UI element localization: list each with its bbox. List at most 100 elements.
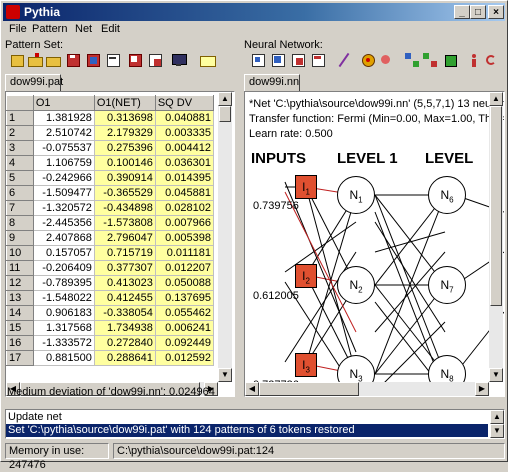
new-pattern-icon[interactable] <box>9 52 25 68</box>
cell-o1[interactable]: 0.157057 <box>32 245 95 261</box>
maximize-button[interactable]: □ <box>470 5 486 19</box>
row-index[interactable]: 10 <box>6 245 34 261</box>
cell-sq-dv[interactable]: 0.036301 <box>154 155 215 171</box>
column-header-o1-net[interactable]: O1(NET) <box>93 95 156 111</box>
row-index[interactable]: 2 <box>6 125 34 141</box>
folder-icon[interactable] <box>45 52 61 68</box>
net-horizontal-scroll-thumb[interactable] <box>259 382 359 396</box>
cell-o1-net[interactable]: 0.390914 <box>93 170 156 186</box>
normalize-pattern-icon[interactable] <box>199 52 216 68</box>
row-index[interactable]: 7 <box>6 200 34 216</box>
cell-o1-net[interactable]: 0.288641 <box>93 350 156 366</box>
save-pattern-icon[interactable] <box>65 52 81 68</box>
network-horizontal-scrollbar[interactable]: ◀ ▶ <box>245 382 489 396</box>
cell-sq-dv[interactable]: 0.137695 <box>154 290 215 306</box>
neuron-view-icon[interactable] <box>442 52 458 68</box>
row-index[interactable]: 6 <box>6 185 34 201</box>
input-node-2[interactable]: I2 <box>295 264 317 288</box>
neuron-1[interactable]: N1 <box>337 176 375 214</box>
table-row[interactable]: 15 1.317568 1.734938 0.006241 <box>6 320 215 336</box>
cell-o1-net[interactable]: 0.377307 <box>93 260 156 276</box>
net-scroll-down-button[interactable]: ▼ <box>489 368 503 382</box>
table-row[interactable]: 2 2.510742 2.179329 0.003335 <box>6 125 215 141</box>
cell-o1-net[interactable]: -0.338054 <box>93 305 156 321</box>
cell-sq-dv[interactable]: 0.007966 <box>154 215 215 231</box>
column-header-o1[interactable]: O1 <box>32 95 95 111</box>
row-index[interactable]: 13 <box>6 290 34 306</box>
log-scroll-down-button[interactable]: ▼ <box>490 424 504 438</box>
cell-o1[interactable]: -2.445356 <box>32 215 95 231</box>
cell-o1[interactable]: -1.509477 <box>32 185 95 201</box>
test-net-icon[interactable] <box>378 52 394 68</box>
tab-pattern-file[interactable]: dow99i.pat <box>5 74 63 91</box>
menu-pattern[interactable]: Pattern <box>32 23 67 35</box>
pattern-vertical-scrollbar[interactable]: ▲ ▼ <box>218 92 232 382</box>
close-button[interactable]: × <box>488 5 504 19</box>
cell-sq-dv[interactable]: 0.011181 <box>154 245 215 261</box>
edit-pattern-icon[interactable] <box>85 52 101 68</box>
tab-net-file[interactable]: dow99i.nn <box>244 74 300 91</box>
table-row[interactable]: 5 -0.242966 0.390914 0.014395 <box>6 170 215 186</box>
cell-o1-net[interactable]: -0.434898 <box>93 200 156 216</box>
table-row[interactable]: 16 -1.333572 0.272840 0.092449 <box>6 335 215 351</box>
row-index[interactable]: 17 <box>6 350 34 366</box>
column-header-sq-dv[interactable]: SQ DV <box>154 95 215 111</box>
cell-o1[interactable]: 0.881500 <box>32 350 95 366</box>
cell-sq-dv[interactable]: 0.045881 <box>154 185 215 201</box>
table-row[interactable]: 4 1.106759 0.100146 0.036301 <box>6 155 215 171</box>
neuron-6[interactable]: N6 <box>428 176 466 214</box>
net-scroll-thumb[interactable] <box>490 106 502 306</box>
cell-o1-net[interactable]: -1.573808 <box>93 215 156 231</box>
cell-sq-dv[interactable]: 0.006241 <box>154 320 215 336</box>
net-scroll-up-button[interactable]: ▲ <box>489 92 503 106</box>
cell-o1[interactable]: -0.789395 <box>32 275 95 291</box>
cell-sq-dv[interactable]: 0.012592 <box>154 350 215 366</box>
net-scroll-left-button[interactable]: ◀ <box>245 382 259 396</box>
cell-o1[interactable]: 1.381928 <box>32 110 95 126</box>
cell-o1[interactable]: 2.407868 <box>32 230 95 246</box>
cell-o1[interactable]: 1.106759 <box>32 155 95 171</box>
table-row[interactable]: 11 -0.206409 0.377307 0.012207 <box>6 260 215 276</box>
table-row[interactable]: 6 -1.509477 -0.365529 0.045881 <box>6 185 215 201</box>
cell-sq-dv[interactable]: 0.003335 <box>154 125 215 141</box>
scroll-down-button[interactable]: ▼ <box>218 368 232 382</box>
row-index[interactable]: 11 <box>6 260 34 276</box>
cell-o1[interactable]: 1.317568 <box>32 320 95 336</box>
row-index[interactable]: 5 <box>6 170 34 186</box>
row-index[interactable]: 9 <box>6 230 34 246</box>
net-properties-icon[interactable] <box>310 52 326 68</box>
open-pattern-icon[interactable] <box>27 52 43 68</box>
cell-sq-dv[interactable]: 0.050088 <box>154 275 215 291</box>
cell-o1[interactable]: -0.075537 <box>32 140 95 156</box>
pattern-properties-icon[interactable] <box>105 52 121 68</box>
cell-o1-net[interactable]: -0.365529 <box>93 185 156 201</box>
row-index[interactable]: 15 <box>6 320 34 336</box>
cell-o1-net[interactable]: 0.100146 <box>93 155 156 171</box>
cell-sq-dv[interactable]: 0.028102 <box>154 200 215 216</box>
open-net-icon[interactable] <box>270 52 286 68</box>
table-row[interactable]: 17 0.881500 0.288641 0.012592 <box>6 350 215 366</box>
cell-o1-net[interactable]: 0.412455 <box>93 290 156 306</box>
cell-sq-dv[interactable]: 0.092449 <box>154 335 215 351</box>
table-row[interactable]: 9 2.407868 2.796047 0.005398 <box>6 230 215 246</box>
cell-o1[interactable]: 2.510742 <box>32 125 95 141</box>
table-row[interactable]: 1 1.381928 0.313698 0.040881 <box>6 110 215 126</box>
table-row[interactable]: 7 -1.320572 -0.434898 0.028102 <box>6 200 215 216</box>
cell-sq-dv[interactable]: 0.012207 <box>154 260 215 276</box>
minimize-button[interactable]: _ <box>454 5 470 19</box>
menu-edit[interactable]: Edit <box>101 23 120 35</box>
info-icon[interactable] <box>466 52 482 68</box>
neuron-2[interactable]: N2 <box>337 266 375 304</box>
table-row[interactable]: 14 0.906183 -0.338054 0.055462 <box>6 305 215 321</box>
menu-net[interactable]: Net <box>75 23 92 35</box>
table-row[interactable]: 13 -1.548022 0.412455 0.137695 <box>6 290 215 306</box>
cell-o1-net[interactable]: 0.313698 <box>93 110 156 126</box>
table-row[interactable]: 12 -0.789395 0.413023 0.050088 <box>6 275 215 291</box>
export-pattern-icon[interactable] <box>147 52 163 68</box>
draw-connection-icon[interactable] <box>336 52 352 68</box>
row-index[interactable]: 16 <box>6 335 34 351</box>
cell-o1-net[interactable]: 2.796047 <box>93 230 156 246</box>
log-scrollbar[interactable]: ▲ ▼ <box>490 410 504 438</box>
cell-o1-net[interactable]: 2.179329 <box>93 125 156 141</box>
cell-sq-dv[interactable]: 0.055462 <box>154 305 215 321</box>
